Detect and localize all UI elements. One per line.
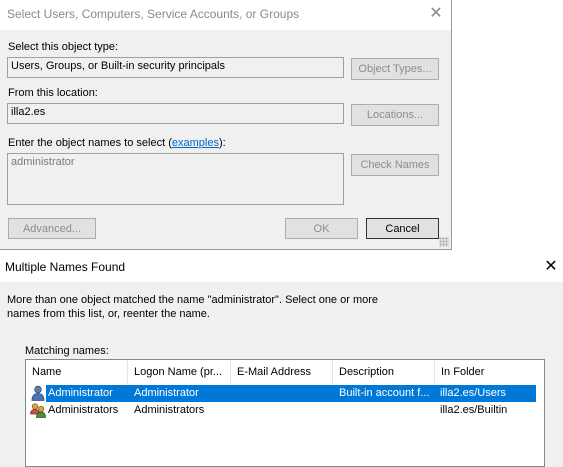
examples-link[interactable]: examples — [172, 137, 219, 149]
multiple-names-message: More than one object matched the name "a… — [7, 294, 379, 320]
advanced-button[interactable]: Advanced... — [8, 218, 96, 239]
cell-folder: illa2.es/Builtin — [440, 404, 508, 416]
locations-button[interactable]: Locations... — [351, 104, 439, 126]
list-header: Name Logon Name (pr... E-Mail Address De… — [26, 360, 544, 384]
select-dialog-titlebar: Select Users, Computers, Service Account… — [0, 0, 451, 30]
select-users-dialog: Select Users, Computers, Service Account… — [0, 0, 452, 250]
cell-name: Administrators — [48, 404, 119, 416]
matching-names-list[interactable]: Name Logon Name (pr... E-Mail Address De… — [25, 359, 545, 467]
cell-email — [237, 385, 332, 402]
object-types-button[interactable]: Object Types... — [351, 58, 439, 80]
resize-grip[interactable] — [439, 237, 449, 247]
cell-email — [237, 402, 332, 419]
multiple-names-dialog: Multiple Names Found ✕ More than one obj… — [0, 252, 563, 467]
select-dialog-title: Select Users, Computers, Service Account… — [7, 7, 300, 21]
column-header-name[interactable]: Name — [26, 360, 128, 384]
group-icon — [30, 403, 46, 418]
close-icon[interactable]: ✕ — [540, 256, 562, 278]
object-type-field: Users, Groups, or Built-in security prin… — [7, 57, 344, 78]
column-header-email[interactable]: E-Mail Address — [231, 360, 333, 384]
ok-button[interactable]: OK — [285, 218, 358, 239]
cell-name: Administrator — [48, 387, 113, 399]
cell-description: Built-in account f... — [339, 387, 430, 399]
cell-description — [339, 402, 434, 419]
object-names-input[interactable]: administrator — [7, 153, 344, 205]
cell-logon: Administrators — [134, 404, 205, 416]
cell-logon: Administrator — [134, 387, 199, 399]
column-header-folder[interactable]: In Folder — [435, 360, 544, 384]
location-label: From this location: — [8, 87, 98, 99]
check-names-button[interactable]: Check Names — [351, 154, 439, 176]
close-icon[interactable]: ✕ — [424, 3, 448, 25]
multiple-names-title: Multiple Names Found — [5, 260, 126, 274]
column-header-description[interactable]: Description — [333, 360, 435, 384]
names-label: Enter the object names to select (exampl… — [8, 137, 226, 149]
column-header-logon[interactable]: Logon Name (pr... — [128, 360, 231, 384]
list-item[interactable]: Administrators Administrators illa2.es/B… — [26, 402, 544, 419]
user-icon — [31, 385, 45, 401]
matching-names-label: Matching names: — [25, 345, 109, 357]
location-field: illa2.es — [7, 103, 344, 124]
cancel-button[interactable]: Cancel — [366, 218, 439, 239]
list-item[interactable]: Administrator Administrator Built-in acc… — [26, 385, 544, 402]
multiple-names-titlebar: Multiple Names Found ✕ — [0, 252, 563, 282]
cell-folder: illa2.es/Users — [440, 387, 507, 399]
object-type-label: Select this object type: — [8, 41, 119, 53]
